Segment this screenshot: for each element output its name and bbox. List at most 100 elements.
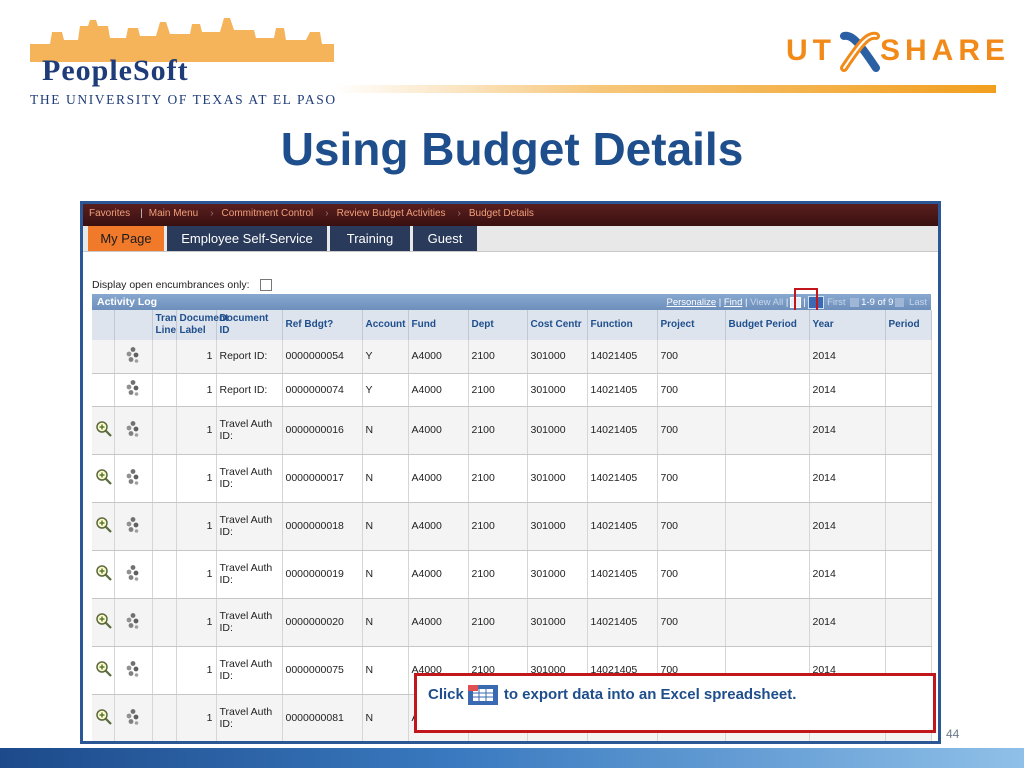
tab-guest[interactable]: Guest [413, 226, 477, 251]
cell-dept: 301000 [527, 454, 588, 503]
find-link[interactable]: Find [724, 297, 742, 308]
cell-tran-line: 1 [176, 454, 217, 503]
drill-down-icon[interactable] [124, 564, 142, 582]
tab-employee-self-service[interactable]: Employee Self-Service [167, 226, 327, 251]
blank-cell [152, 340, 177, 374]
magnifier-icon[interactable] [95, 708, 113, 726]
header-col-capture[interactable] [114, 310, 153, 340]
cell-dept: 301000 [527, 550, 588, 599]
view-all-link[interactable]: View All [750, 297, 783, 308]
header-col-ref-bdgt[interactable]: Account [362, 310, 409, 340]
cell-dept: 301000 [527, 598, 588, 647]
header-col-cost-centr[interactable]: Function [587, 310, 658, 340]
cell-fund: 2100 [468, 502, 528, 551]
magnifier-icon[interactable] [95, 612, 113, 630]
cell-cost-centr: 14021405 [587, 454, 658, 503]
next-arrow-icon[interactable] [895, 298, 905, 307]
drill-down-icon[interactable] [124, 346, 142, 364]
cell-dept: 301000 [527, 406, 588, 455]
drill-down-icon[interactable] [124, 379, 142, 397]
breadcrumb-divider: | [140, 208, 143, 219]
cell-budget-period: 2014 [809, 550, 886, 599]
header-col-dept[interactable]: Cost Centr [527, 310, 588, 340]
last-link[interactable]: Last [909, 297, 927, 308]
cell-budget-period: 2014 [809, 406, 886, 455]
row-range: 1-9 of 9 [861, 297, 894, 309]
drill-down-icon[interactable] [124, 516, 142, 534]
first-link[interactable]: First [827, 297, 845, 308]
drill-cell [114, 646, 153, 695]
header-col-account[interactable]: Fund [408, 310, 469, 340]
header-col-budget-period-year[interactable]: Year [809, 310, 886, 340]
cell-project [725, 550, 810, 599]
breadcrumb-main-menu[interactable]: Main Menu [149, 208, 198, 219]
zoom-cell [92, 598, 115, 647]
zoom-cell [92, 646, 115, 695]
cell-year [885, 598, 932, 647]
header-col-period[interactable]: Period [885, 310, 932, 340]
cell-year [885, 502, 932, 551]
tab-training[interactable]: Training [330, 226, 410, 251]
cell-project [725, 598, 810, 647]
cell-tran-line: 1 [176, 598, 217, 647]
breadcrumb: Favorites | Main Menu › Commitment Control › R… [89, 208, 538, 219]
header-col-blank[interactable]: Tran Line [152, 310, 177, 340]
drill-cell [114, 694, 153, 741]
magnifier-icon[interactable] [95, 468, 113, 486]
table-row: 1 Travel Auth ID: 0000000016 N A4000 2100 3010… [92, 406, 932, 455]
drill-cell [114, 406, 153, 455]
footer-band [0, 748, 1024, 768]
cell-ref: N [362, 502, 409, 551]
zoom-cell [92, 454, 115, 503]
breadcrumb-favorites[interactable]: Favorites [89, 208, 130, 219]
cell-year [885, 454, 932, 503]
cell-tran-line: 1 [176, 406, 217, 455]
breadcrumb-separator-icon: › [210, 208, 214, 219]
header-col-fund[interactable]: Dept [468, 310, 528, 340]
header-col-tran-line[interactable]: Document Label [176, 310, 228, 340]
drill-down-icon[interactable] [124, 708, 142, 726]
blank-cell [152, 646, 177, 695]
drill-down-icon[interactable] [124, 660, 142, 678]
cell-label: Travel Auth ID: [216, 598, 283, 647]
magnifier-icon[interactable] [95, 660, 113, 678]
personalize-link[interactable]: Personalize [666, 297, 716, 308]
callout-description: to export data into an Excel spreadsheet… [503, 685, 797, 703]
cell-ref: N [362, 598, 409, 647]
drill-down-icon[interactable] [124, 612, 142, 630]
cell-account: A4000 [408, 406, 469, 455]
header-col-document-label[interactable]: Document ID [216, 310, 283, 340]
header-col-function[interactable]: Project [657, 310, 726, 340]
cell-project [725, 340, 810, 374]
encumbrance-checkbox[interactable] [259, 279, 272, 292]
drill-down-icon[interactable] [124, 468, 142, 486]
header-col-zoom[interactable] [92, 310, 115, 340]
cell-doc-id: 0000000020 [282, 598, 363, 647]
header-col-document-id[interactable]: Ref Bdgt? [282, 310, 363, 340]
drill-cell [114, 598, 153, 647]
breadcrumb-budget-details[interactable]: Budget Details [469, 208, 534, 219]
cell-cost-centr: 14021405 [587, 598, 658, 647]
cell-project [725, 454, 810, 503]
tab-my-page[interactable]: My Page [88, 226, 164, 251]
cell-project [725, 406, 810, 455]
breadcrumb-commitment-control[interactable]: Commitment Control [222, 208, 314, 219]
zoom-cell [92, 694, 115, 741]
cell-label: Travel Auth ID: [216, 646, 283, 695]
cell-ref: N [362, 550, 409, 599]
cell-doc-id: 0000000054 [282, 340, 363, 374]
drill-cell [114, 550, 153, 599]
magnifier-icon[interactable] [95, 516, 113, 534]
magnifier-icon[interactable] [95, 564, 113, 582]
cell-function: 700 [657, 454, 726, 503]
cell-budget-period: 2014 [809, 502, 886, 551]
drill-down-icon[interactable] [124, 420, 142, 438]
breadcrumb-review-budget-activities[interactable]: Review Budget Activities [337, 208, 446, 219]
magnifier-icon[interactable] [95, 420, 113, 438]
cell-function: 700 [657, 550, 726, 599]
cell-fund: 2100 [468, 454, 528, 503]
cell-label: Travel Auth ID: [216, 502, 283, 551]
header-col-project[interactable]: Budget Period [725, 310, 810, 340]
prev-arrow-icon[interactable] [850, 298, 860, 307]
cell-budget-period: 2014 [809, 598, 886, 647]
